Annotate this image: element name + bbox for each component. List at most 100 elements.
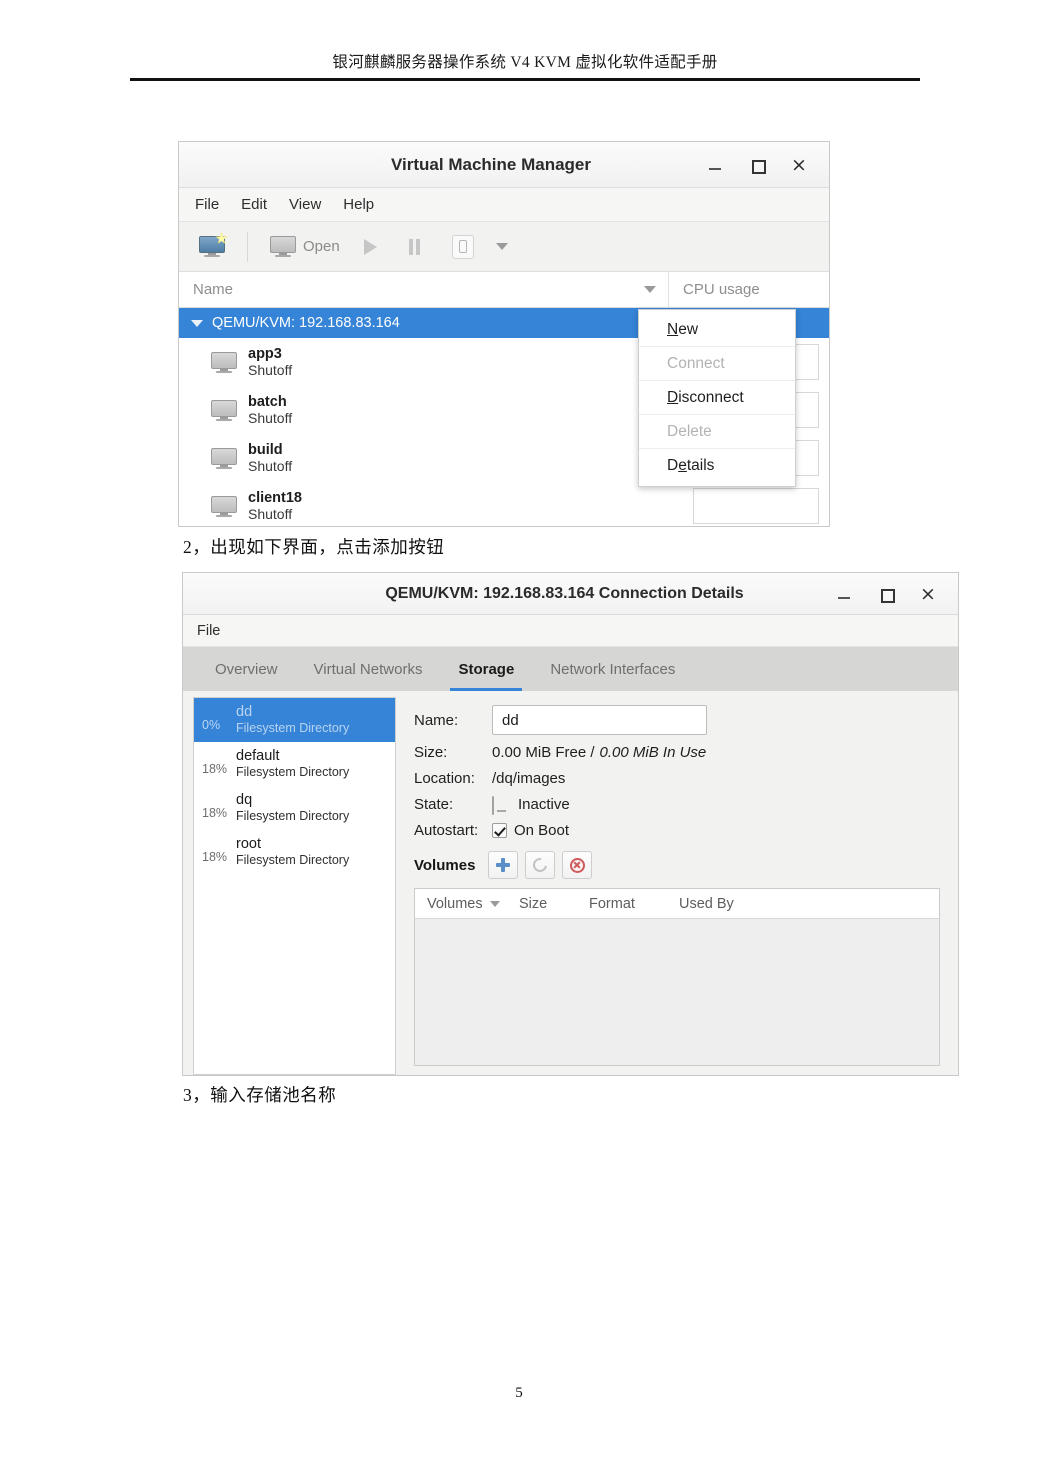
vm-name: build <box>248 441 283 458</box>
minimize-icon[interactable] <box>707 157 723 173</box>
step-2-text: 2，出现如下界面，点击添加按钮 <box>183 537 445 557</box>
vmm-toolbar: Open <box>179 222 829 272</box>
maximize-icon[interactable] <box>749 157 766 174</box>
volumes-column-format[interactable]: Format <box>577 896 667 912</box>
pool-type: Filesystem Directory <box>236 721 350 736</box>
pool-name-input[interactable]: dd <box>492 705 707 735</box>
vm-name: client18 <box>248 489 302 506</box>
tab-virtual-networks[interactable]: Virtual Networks <box>296 647 441 691</box>
volumes-column-size[interactable]: Size <box>507 896 577 912</box>
add-volume-button[interactable] <box>488 851 519 879</box>
storage-pool-item-dd[interactable]: 0% dd Filesystem Directory <box>194 698 395 742</box>
pool-location-value: /dq/images <box>492 770 566 787</box>
sort-caret-icon <box>489 900 500 907</box>
pause-icon[interactable] <box>408 238 420 255</box>
pool-usage-percent: 0% <box>202 718 221 732</box>
shutdown-icon[interactable] <box>451 234 474 259</box>
refresh-volumes-button[interactable] <box>525 851 556 879</box>
host-context-menu: New Connect Disconnect Delete De tails <box>638 309 796 487</box>
monitor-icon <box>492 795 511 815</box>
vm-state: Shutoff <box>248 506 293 523</box>
pool-name-label: Name: <box>414 711 459 729</box>
storage-pool-item-dq[interactable]: 18% dq Filesystem Directory <box>194 786 395 830</box>
close-icon[interactable]: × <box>791 155 807 174</box>
menu-view[interactable]: View <box>289 196 321 213</box>
vm-name: batch <box>248 393 287 410</box>
storage-pool-item-default[interactable]: 18% default Filesystem Directory <box>194 742 395 786</box>
context-menu-label: ew <box>678 320 699 338</box>
virtual-machine-manager-window: Virtual Machine Manager × File Edit View… <box>178 141 830 527</box>
delete-volume-button[interactable] <box>562 851 593 879</box>
cpu-sparkline <box>693 488 819 524</box>
context-menu-item-delete: Delete <box>639 415 795 449</box>
vertical-scrollbar[interactable] <box>940 697 948 1075</box>
monitor-icon <box>211 447 237 469</box>
connection-details-tabbar: Overview Virtual Networks Storage Networ… <box>183 647 958 691</box>
storage-tab-panel: 0% dd Filesystem Directory 18% default F… <box>183 691 958 1075</box>
document-header-rule <box>130 78 920 81</box>
menu-file[interactable]: File <box>195 196 219 213</box>
volumes-column-used-by[interactable]: Used By <box>667 896 939 912</box>
pool-name: default <box>236 747 280 764</box>
delete-circle-icon <box>569 857 585 873</box>
tab-network-interfaces[interactable]: Network Interfaces <box>532 647 693 691</box>
autostart-checkbox[interactable] <box>492 823 507 838</box>
pool-size-free: 0.00 MiB Free / <box>492 744 595 761</box>
volumes-column-volumes-label: Volumes <box>427 895 483 912</box>
monitor-icon <box>270 236 296 257</box>
step-3-text: 3，输入存储池名称 <box>183 1085 337 1105</box>
open-button[interactable]: Open <box>264 233 346 260</box>
pool-size-label: Size: <box>414 744 448 761</box>
refresh-icon <box>530 855 551 875</box>
maximize-icon[interactable] <box>878 586 895 603</box>
volumes-table-body <box>415 919 939 1065</box>
pool-location-row: Location: /dq/images <box>414 770 940 787</box>
document-header: 银河麒麟服务器操作系统 V4 KVM 虚拟化软件适配手册 <box>130 50 920 81</box>
volumes-table: Volumes Size Format Used By <box>414 888 940 1066</box>
pool-state-value: Inactive <box>518 796 570 813</box>
context-menu-item-disconnect[interactable]: Disconnect <box>639 381 795 415</box>
new-vm-button[interactable] <box>193 232 231 260</box>
column-header-name[interactable]: Name <box>179 272 669 307</box>
minimize-icon[interactable] <box>836 586 852 602</box>
pool-name-row: Name: dd <box>414 705 940 735</box>
expander-caret-icon[interactable] <box>191 319 203 327</box>
vm-state: Shutoff <box>248 458 293 475</box>
connection-details-titlebar: QEMU/KVM: 192.168.83.164 Connection Deta… <box>183 573 958 615</box>
context-menu-label: isconnect <box>678 388 744 406</box>
context-menu-label: D <box>667 457 679 474</box>
pool-size-row: Size: 0.00 MiB Free / 0.00 MiB In Use <box>414 744 940 761</box>
chevron-down-icon[interactable] <box>495 243 508 250</box>
pool-autostart-label: Autostart: <box>414 822 479 839</box>
pool-usage-percent: 18% <box>202 850 228 864</box>
storage-pool-details: Name: dd Size: 0.00 MiB Free / 0.00 MiB … <box>406 697 950 1075</box>
vmm-window-controls: × <box>707 155 829 174</box>
close-icon[interactable]: × <box>920 584 936 603</box>
menu-file[interactable]: File <box>197 623 220 639</box>
pool-name: dq <box>236 791 253 808</box>
tab-overview[interactable]: Overview <box>197 647 296 691</box>
monitor-icon <box>211 351 237 373</box>
vm-name: app3 <box>248 345 282 362</box>
tab-storage[interactable]: Storage <box>440 647 532 691</box>
storage-pool-list: 0% dd Filesystem Directory 18% default F… <box>193 697 396 1075</box>
menu-help[interactable]: Help <box>343 196 374 213</box>
connection-details-menubar: File <box>183 615 958 647</box>
context-menu-item-new[interactable]: New <box>639 313 795 347</box>
column-header-cpu[interactable]: CPU usage <box>669 281 760 298</box>
vm-state: Shutoff <box>248 362 293 379</box>
pool-usage-percent: 18% <box>202 762 228 776</box>
pool-autostart-row: Autostart: On Boot <box>414 822 940 839</box>
sort-caret-icon <box>644 286 656 293</box>
storage-pool-item-root[interactable]: 18% root Filesystem Directory <box>194 830 395 874</box>
vm-state: Shutoff <box>248 410 293 427</box>
pool-size-in-use: 0.00 MiB In Use <box>599 744 707 761</box>
vmm-window-title: Virtual Machine Manager <box>391 154 591 174</box>
monitor-icon <box>211 495 237 517</box>
volumes-column-volumes[interactable]: Volumes <box>415 896 507 912</box>
pool-type: Filesystem Directory <box>236 765 350 780</box>
play-icon[interactable] <box>363 238 377 255</box>
context-menu-item-connect: Connect <box>639 347 795 381</box>
context-menu-item-details[interactable]: De tails <box>639 449 795 483</box>
menu-edit[interactable]: Edit <box>241 196 267 213</box>
